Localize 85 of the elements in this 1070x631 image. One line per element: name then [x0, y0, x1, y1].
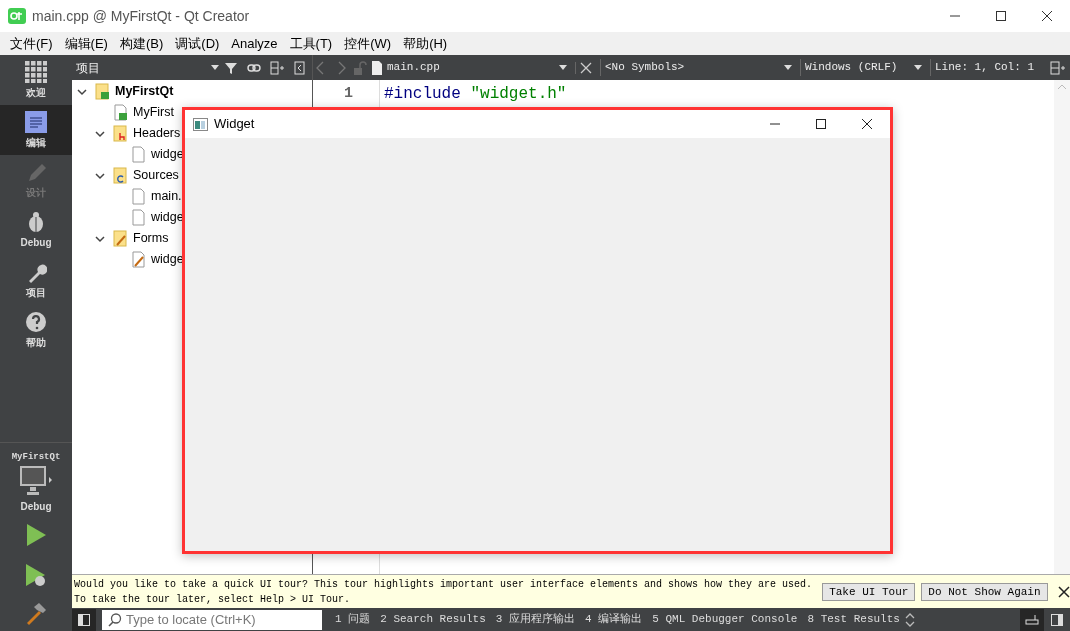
mode-tab[interactable]: 帮助: [0, 305, 72, 355]
caret-icon: [211, 65, 219, 70]
output-pane-tab[interactable]: 4 编译输出: [580, 611, 648, 628]
window-title: main.cpp @ MyFirstQt - Qt Creator: [32, 6, 250, 26]
file-icon: [131, 146, 146, 163]
header-folder-icon: [113, 125, 128, 142]
output-toggle-button[interactable]: [1020, 608, 1044, 631]
maximize-icon: [995, 10, 1007, 22]
tour-button[interactable]: Take UI Tour: [822, 582, 916, 601]
caret-icon: [559, 65, 567, 70]
menu-item[interactable]: Analyze: [225, 31, 284, 56]
filter-icon: [223, 60, 238, 75]
close-icon: [580, 61, 592, 74]
caret-icon: [784, 65, 792, 70]
project-folder-icon: [95, 83, 110, 100]
file-icon: [371, 59, 383, 76]
app-logo-icon: [8, 8, 26, 24]
close-document-button[interactable]: [575, 61, 592, 74]
lock-icon: [353, 60, 367, 75]
tree-item[interactable]: widge: [72, 144, 184, 165]
close-info-button[interactable]: [1057, 585, 1070, 598]
window-icon: [193, 117, 208, 131]
close-icon: [1057, 585, 1070, 598]
menu-item[interactable]: 编辑(E): [58, 31, 114, 56]
maximize-icon: [815, 118, 827, 130]
tree-item[interactable]: main.: [72, 186, 182, 207]
document-icon: [25, 110, 47, 133]
file-selector[interactable]: main.cpp: [387, 59, 567, 76]
up-down-icon: [904, 612, 915, 627]
help-icon: [25, 310, 47, 333]
output-pane-tab[interactable]: 5 QML Debugger Console: [647, 611, 803, 628]
split-button[interactable]: [1050, 59, 1066, 76]
kit-selector[interactable]: Debug: [13, 464, 59, 515]
menu-item[interactable]: 帮助(H): [397, 31, 454, 56]
sidebar-icon: [78, 613, 90, 626]
output-pane-tab[interactable]: 1 问题: [330, 611, 376, 628]
output-pane-tab[interactable]: 3 应用程序输出: [490, 611, 581, 628]
mode-tab[interactable]: 编辑: [0, 105, 72, 155]
tree-item[interactable]: widge: [72, 207, 184, 228]
cursor-position: Line: 1, Col: 1: [930, 59, 1035, 76]
source-folder-icon: [113, 167, 128, 184]
monitor-icon: [19, 465, 53, 497]
tree-item[interactable]: Headers: [72, 123, 181, 144]
search-icon: [108, 612, 122, 627]
close-icon: [1041, 10, 1053, 22]
locator-field[interactable]: Type to locate (Ctrl+K): [102, 609, 322, 630]
menu-item[interactable]: 工具(T): [283, 31, 339, 56]
file-icon: [131, 209, 146, 226]
sidebar-icon: [1051, 613, 1063, 626]
tree-item[interactable]: Sources: [72, 165, 179, 186]
project-file-icon: [113, 104, 128, 121]
dismiss-button[interactable]: Do Not Show Again: [921, 582, 1048, 601]
mode-tab[interactable]: 欢迎: [0, 55, 72, 105]
tree-item[interactable]: MyFirst: [72, 102, 174, 123]
tree-item[interactable]: widge: [72, 249, 184, 270]
tree-item[interactable]: Forms: [72, 228, 169, 249]
caret-icon: [914, 65, 922, 70]
info-text: Would you like to take a quick UI tour? This tour highlights important user interface elements and shows how they are used.: [74, 577, 813, 592]
mode-tab[interactable]: 项目: [0, 255, 72, 305]
kit-project-label: MyFirstQt: [11, 450, 61, 464]
output-pane-tab[interactable]: 8 Test Results: [802, 611, 905, 628]
play-icon: [25, 523, 47, 547]
tree-item[interactable]: MyFirstQt: [72, 81, 174, 102]
symbols-dropdown[interactable]: <No Symbols>: [600, 59, 796, 76]
grid-icon: [25, 60, 47, 83]
split-add-icon: [269, 60, 284, 75]
form-folder-icon: [113, 230, 128, 247]
file-icon: [131, 188, 146, 205]
menu-item[interactable]: 调试(D): [169, 31, 226, 56]
window-title: Widget: [214, 115, 255, 134]
menu-item[interactable]: 构建(B): [113, 31, 170, 56]
form-file-icon: [131, 251, 146, 268]
toggle-sidebar-button[interactable]: [72, 608, 96, 631]
split-add-icon: [1050, 59, 1066, 76]
line-ending-dropdown[interactable]: Windows (CRLF): [800, 59, 926, 76]
close-pane-icon: [292, 60, 307, 75]
panel-icon: [1025, 613, 1039, 626]
output-pane-tab[interactable]: 2 Search Results: [375, 611, 491, 628]
menu-item[interactable]: 文件(F): [4, 31, 59, 56]
menu-item[interactable]: 控件(W): [338, 31, 398, 56]
code-line: #include "widget.h": [383, 84, 567, 105]
close-icon: [861, 118, 873, 130]
line-number: 1: [343, 84, 353, 104]
info-text: To take the tour later, select Help > UI Tour.: [74, 592, 352, 607]
mode-tab[interactable]: Debug: [0, 205, 72, 255]
